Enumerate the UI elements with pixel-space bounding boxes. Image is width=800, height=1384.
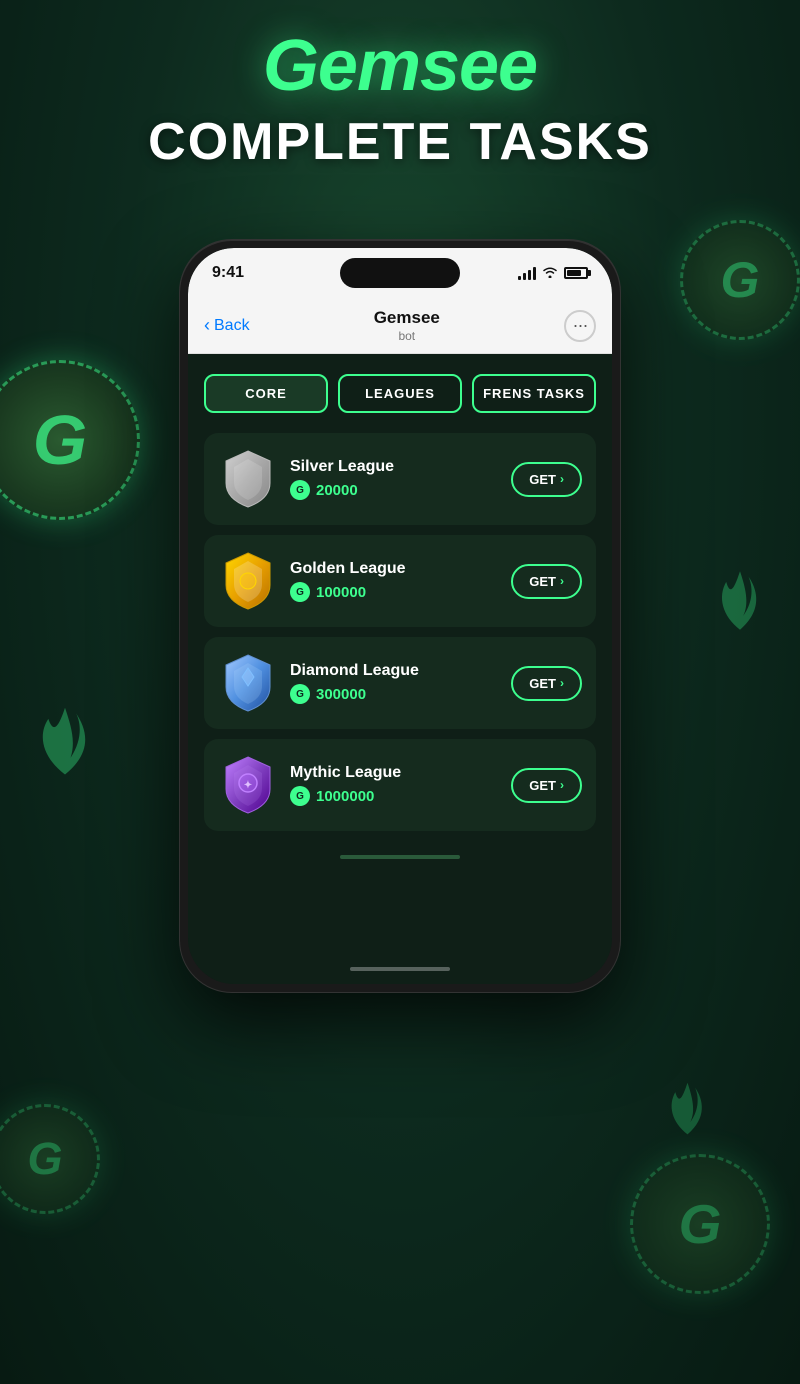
silver-league-name: Silver League bbox=[290, 458, 499, 476]
signal-icon bbox=[518, 266, 536, 280]
diamond-badge-icon bbox=[218, 653, 278, 713]
mythic-league-info: Mythic League G 1000000 bbox=[290, 764, 499, 806]
gold-get-button[interactable]: GET › bbox=[511, 564, 582, 599]
nav-bar: ‹ Back Gemsee bot ··· bbox=[188, 298, 612, 354]
mythic-reward-amount: 1000000 bbox=[316, 788, 374, 805]
tab-leagues[interactable]: LEAGUES bbox=[338, 374, 462, 413]
tab-bar: CORE LEAGUES FRENS TASKS bbox=[204, 374, 596, 413]
mythic-league-name: Mythic League bbox=[290, 764, 499, 782]
silver-reward-amount: 20000 bbox=[316, 482, 358, 499]
phone-inner: 9:41 bbox=[188, 248, 612, 984]
logo-text: Gemsee bbox=[263, 26, 537, 106]
league-card-gold: Golden League G 100000 GET › bbox=[204, 535, 596, 627]
diamond-league-name: Diamond League bbox=[290, 662, 499, 680]
gem-icon: G bbox=[290, 480, 310, 500]
phone-mockup: 9:41 bbox=[180, 240, 620, 992]
dynamic-island bbox=[340, 258, 460, 288]
arrow-icon: › bbox=[560, 574, 564, 588]
tab-frens-tasks[interactable]: FRENS TASKS bbox=[472, 374, 596, 413]
league-card-diamond: Diamond League G 300000 GET › bbox=[204, 637, 596, 729]
mythic-league-reward: G 1000000 bbox=[290, 786, 499, 806]
chevron-left-icon: ‹ bbox=[204, 315, 210, 336]
mythic-get-button[interactable]: GET › bbox=[511, 768, 582, 803]
phone-outer: 9:41 bbox=[180, 240, 620, 992]
diamond-league-reward: G 300000 bbox=[290, 684, 499, 704]
gold-league-name: Golden League bbox=[290, 560, 499, 578]
battery-icon bbox=[564, 267, 588, 279]
nav-title: Gemsee bbox=[250, 308, 564, 328]
phone-bottom bbox=[188, 954, 612, 984]
arrow-icon: › bbox=[560, 778, 564, 792]
silver-league-info: Silver League G 20000 bbox=[290, 458, 499, 500]
mythic-badge-icon: ✦ bbox=[218, 755, 278, 815]
gold-reward-amount: 100000 bbox=[316, 584, 366, 601]
logo: Gemsee bbox=[0, 30, 800, 102]
status-bar: 9:41 bbox=[188, 248, 612, 298]
diamond-get-button[interactable]: GET › bbox=[511, 666, 582, 701]
more-button[interactable]: ··· bbox=[564, 310, 596, 342]
gold-league-info: Golden League G 100000 bbox=[290, 560, 499, 602]
gold-league-reward: G 100000 bbox=[290, 582, 499, 602]
status-icons bbox=[518, 266, 588, 281]
silver-league-reward: G 20000 bbox=[290, 480, 499, 500]
tab-core[interactable]: CORE bbox=[204, 374, 328, 413]
home-indicator bbox=[350, 967, 450, 971]
bottom-separator bbox=[340, 855, 460, 859]
svg-text:✦: ✦ bbox=[244, 780, 252, 791]
nav-subtitle: bot bbox=[250, 329, 564, 343]
back-label: Back bbox=[214, 317, 250, 335]
gem-icon-diamond: G bbox=[290, 684, 310, 704]
arrow-icon: › bbox=[560, 472, 564, 486]
status-time: 9:41 bbox=[212, 264, 244, 282]
gold-badge-icon bbox=[218, 551, 278, 611]
league-card-mythic: ✦ Mythic League G 1000000 GET bbox=[204, 739, 596, 831]
arrow-icon: › bbox=[560, 676, 564, 690]
nav-title-block: Gemsee bot bbox=[250, 308, 564, 342]
gem-icon-mythic: G bbox=[290, 786, 310, 806]
gem-icon-gold: G bbox=[290, 582, 310, 602]
silver-badge-icon bbox=[218, 449, 278, 509]
diamond-reward-amount: 300000 bbox=[316, 686, 366, 703]
page-header: Gemsee COMPLETE TASKS bbox=[0, 0, 800, 172]
tagline: COMPLETE TASKS bbox=[0, 112, 800, 172]
app-content: CORE LEAGUES FRENS TASKS bbox=[188, 354, 612, 954]
diamond-league-info: Diamond League G 300000 bbox=[290, 662, 499, 704]
wifi-icon bbox=[542, 266, 558, 281]
league-list: Silver League G 20000 GET › bbox=[204, 433, 596, 831]
silver-get-button[interactable]: GET › bbox=[511, 462, 582, 497]
back-button[interactable]: ‹ Back bbox=[204, 315, 250, 336]
league-card-silver: Silver League G 20000 GET › bbox=[204, 433, 596, 525]
